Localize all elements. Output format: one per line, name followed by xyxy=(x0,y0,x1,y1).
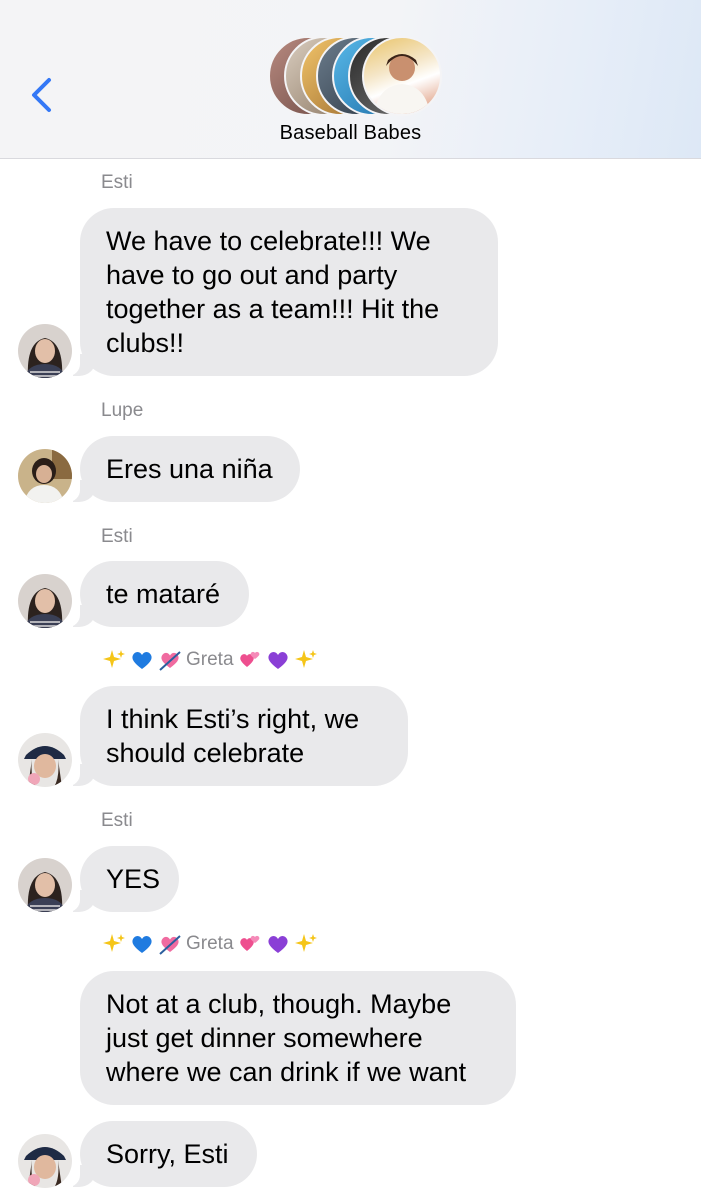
message-text: Sorry, Esti xyxy=(106,1139,229,1169)
sender-name: Esti xyxy=(101,810,133,831)
sender-name: Greta xyxy=(186,649,234,670)
sparkles-icon xyxy=(103,934,125,952)
message-bubble[interactable]: Sorry, Esti xyxy=(58,1121,257,1187)
purple-heart-icon xyxy=(267,936,288,953)
message-text: We have to celebrate!!! We have to go ou… xyxy=(106,226,440,358)
message-bubble[interactable]: Eres una niña xyxy=(58,436,300,502)
heart-with-arrow-icon xyxy=(159,935,181,955)
sparkles-icon xyxy=(294,934,317,952)
blue-heart-icon xyxy=(132,652,152,669)
chevron-left-icon xyxy=(32,78,51,112)
message-bubble[interactable]: YES xyxy=(58,846,179,912)
message-bubble[interactable]: I think Esti’s right, we should celebrat… xyxy=(58,686,408,786)
blue-heart-icon xyxy=(132,936,152,953)
two-hearts-icon xyxy=(239,935,259,951)
two-hearts-icon xyxy=(239,651,259,667)
back-button[interactable] xyxy=(22,70,62,120)
avatar-greta[interactable] xyxy=(18,1134,72,1188)
message-text: te mataré xyxy=(106,579,221,609)
sparkles-icon xyxy=(103,650,125,668)
messages-screen: Baseball Babes Esti We have to celebrate… xyxy=(0,0,701,1200)
avatar-esti[interactable] xyxy=(18,574,72,628)
sender-name: Lupe xyxy=(101,400,144,421)
sender-name-decorated: Greta xyxy=(102,648,318,672)
heart-with-arrow-icon xyxy=(159,651,181,671)
avatar-lupe[interactable] xyxy=(18,449,72,503)
group-name[interactable]: Baseball Babes xyxy=(0,122,701,145)
message-text: I think Esti’s right, we should celebrat… xyxy=(106,704,360,768)
message-text: YES xyxy=(106,864,161,894)
sender-name: Greta xyxy=(186,933,234,954)
message-bubble[interactable]: We have to celebrate!!! We have to go ou… xyxy=(58,208,498,376)
avatar-greta[interactable] xyxy=(18,733,72,787)
message-text: Not at a club, though. Maybe just get di… xyxy=(106,989,467,1087)
message-bubble[interactable]: Not at a club, though. Maybe just get di… xyxy=(80,971,516,1105)
sender-name-decorated: Greta xyxy=(102,932,318,956)
purple-heart-icon xyxy=(267,652,288,669)
avatar-esti[interactable] xyxy=(18,858,72,912)
group-member-avatar xyxy=(362,36,442,116)
conversation-header: Baseball Babes xyxy=(0,0,701,159)
sender-name: Esti xyxy=(101,172,133,193)
message-text: Eres una niña xyxy=(106,454,273,484)
sender-name: Esti xyxy=(101,526,133,547)
message-bubble[interactable]: te mataré xyxy=(58,561,249,627)
sparkles-icon xyxy=(294,650,317,668)
group-avatar-stack[interactable] xyxy=(268,36,442,116)
avatar-esti[interactable] xyxy=(18,324,72,378)
